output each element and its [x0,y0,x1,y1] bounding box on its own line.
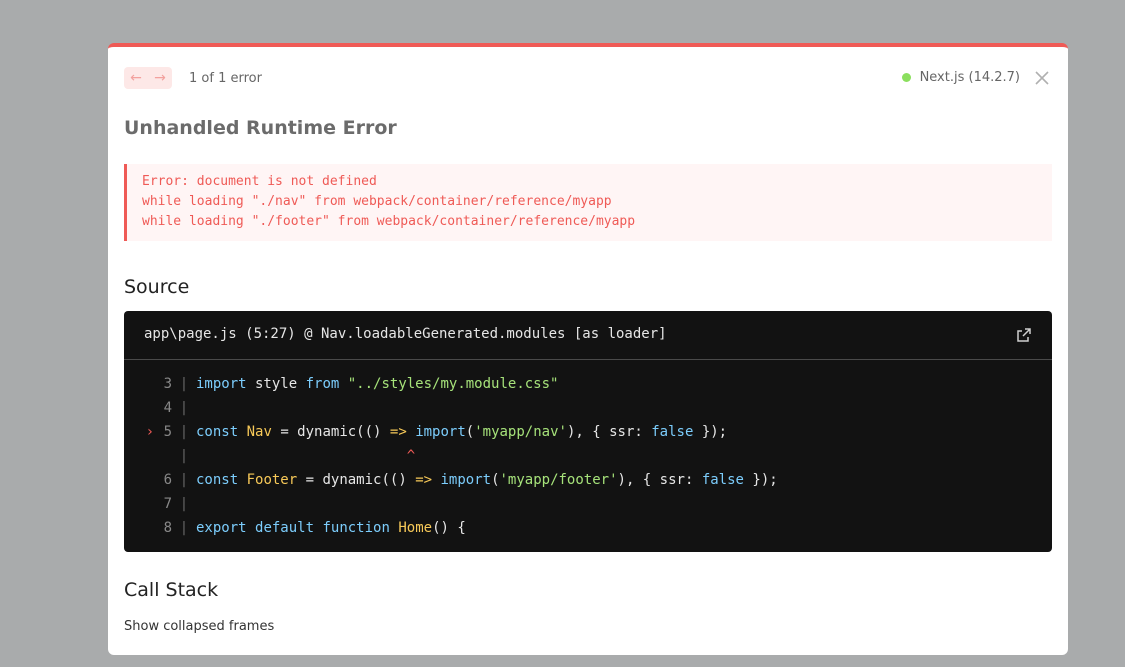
code-token: Nav [246,424,272,440]
line-number: 8 [163,520,172,536]
error-pagination: ← → [124,67,172,89]
error-count: 1 of 1 error [189,71,262,86]
code-token: ( [465,424,475,440]
gutter-marker [124,516,156,540]
code-line: 8 | export default function Home() { [124,516,778,540]
gutter-separator: | [179,472,189,488]
page-title: Unhandled Runtime Error [124,117,397,139]
line-number [156,444,172,468]
call-stack-heading: Call Stack [124,579,219,601]
gutter-separator: | [179,448,189,464]
gutter-separator: | [179,496,189,512]
arrow-right-icon: → [154,70,166,86]
code-line: 4 | [124,396,778,420]
line-number: 4 [163,400,172,416]
status-dot-icon [901,73,911,82]
overlay-header: ← → 1 of 1 error Next.js (14.2.7) [124,65,1052,91]
gutter-marker [124,468,156,492]
code-token: ), { ssr: [617,472,702,488]
source-heading: Source [124,276,190,298]
code-line: 7 | [124,492,778,516]
code-token: }); [693,424,728,440]
line-number: 3 [163,376,172,392]
code-token: 'myapp/nav' [474,424,567,440]
arrow-left-icon: ← [130,70,142,86]
code-content: export default function Home() { [196,516,466,540]
line-number: 6 [163,472,172,488]
code-token: "../styles/my.module.css" [347,376,559,392]
show-collapsed-frames-button[interactable]: Show collapsed frames [124,619,274,634]
code-token: ), { ssr: [566,424,652,440]
code-token: => [415,472,433,488]
previous-error-button[interactable]: ← [124,67,148,89]
code-token: Footer [246,472,298,488]
code-token: function [322,520,390,536]
external-link-icon[interactable] [1016,327,1032,343]
next-error-button[interactable]: → [148,67,172,89]
line-number: 7 [163,496,172,512]
code-token: default [255,520,315,536]
code-token: => [389,424,407,440]
code-token: Home [398,520,433,536]
line-number: 5 [163,424,172,440]
gutter-separator: | [179,400,189,416]
code-content: ^ [196,444,415,468]
code-token: export [196,520,247,536]
code-content: const Nav = dynamic(() => import('myapp/… [196,420,727,444]
source-file-header: app\page.js (5:27) @ Nav.loadableGenerat… [124,311,1052,360]
code-token: ( [491,472,500,488]
gutter-separator: | [179,424,189,440]
close-button[interactable] [1032,68,1052,88]
code-line: | ^ [124,444,778,468]
close-icon [1035,71,1049,85]
code-content: import style from "../styles/my.module.c… [196,372,558,396]
gutter-marker [124,492,156,516]
code-token: const [196,424,239,440]
source-code-frame: app\page.js (5:27) @ Nav.loadableGenerat… [124,311,1052,552]
code-token: = dynamic(() [271,424,390,440]
error-message: Error: document is not defined while loa… [124,164,1052,241]
gutter-marker [124,372,156,396]
nextjs-version-badge: Next.js (14.2.7) [901,70,1020,85]
error-caret: ^ [196,448,416,464]
gutter-separator: | [179,376,189,392]
gutter-marker [124,396,156,420]
code-token: }); [743,472,778,488]
code-line: 3 | import style from "../styles/my.module… [124,372,778,396]
gutter-separator: | [179,520,189,536]
error-line-marker-icon: › [145,424,154,440]
code-line: › 5 | const Nav = dynamic(() => import('mya… [124,420,778,444]
code-content: const Footer = dynamic(() => import('mya… [196,468,778,492]
code-snippet: 3 | import style from "../styles/my.module… [124,372,778,540]
code-token: style [246,376,306,392]
code-token: import [415,424,466,440]
code-token: = dynamic(() [297,472,416,488]
code-token: from [305,376,340,392]
error-overlay-dialog: ← → 1 of 1 error Next.js (14.2.7) Unhand… [108,43,1068,655]
code-token: const [196,472,239,488]
code-line: 6 | const Footer = dynamic(() => import('m… [124,468,778,492]
code-token: 'myapp/footer' [499,472,618,488]
code-token: import [440,472,492,488]
code-token: () { [432,520,466,536]
code-token: import [196,376,247,392]
code-token: false [651,424,694,440]
source-file-location[interactable]: app\page.js (5:27) @ Nav.loadableGenerat… [144,326,667,342]
code-token: false [701,472,744,488]
gutter-marker [124,444,156,468]
version-label: Next.js (14.2.7) [919,70,1020,85]
